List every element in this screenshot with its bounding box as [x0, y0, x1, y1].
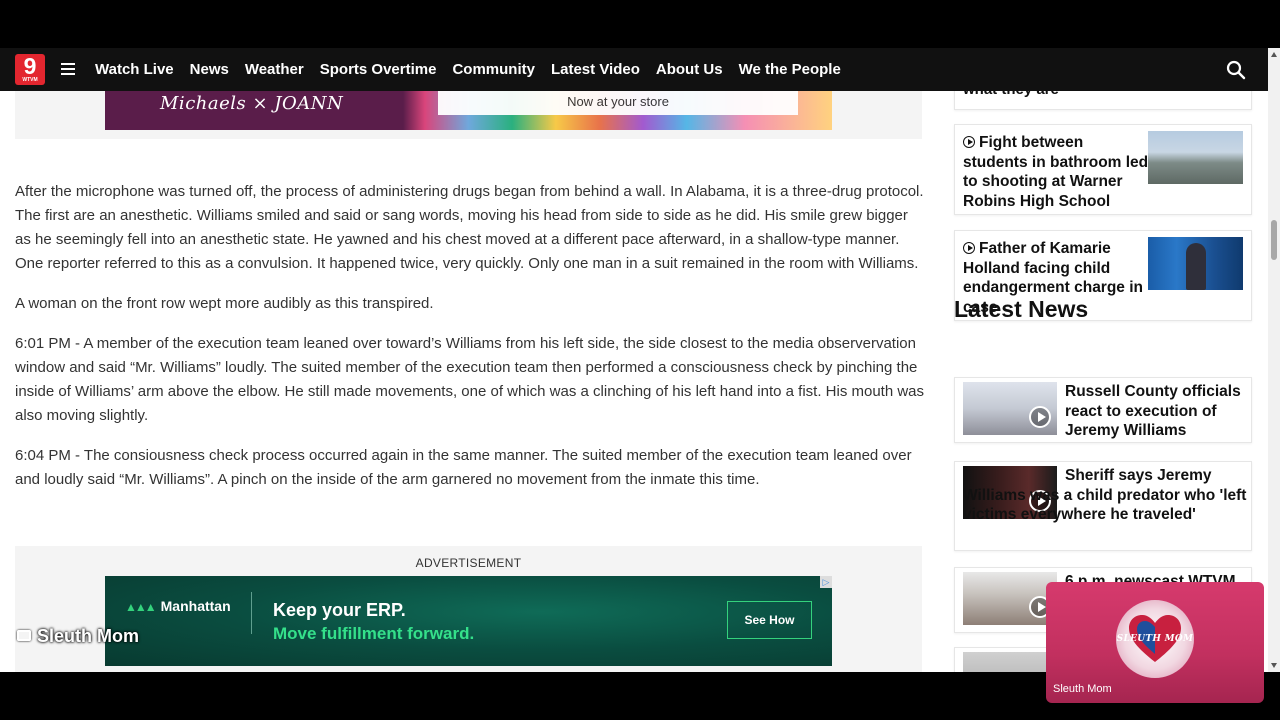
latest-news-heading: Latest News	[954, 296, 1089, 322]
ad-choices-icon[interactable]: ▷	[820, 576, 832, 588]
news-thumbnail[interactable]	[963, 572, 1057, 625]
sleuth-mom-badge: SLEUTH MOM	[1116, 600, 1194, 678]
badge-text: SLEUTH MOM	[1116, 634, 1194, 644]
article-paragraph: 6:04 PM - The consiousness check process…	[15, 447, 912, 488]
ad-headline: Keep your ERP.	[273, 600, 406, 620]
top-advertisement: Michaels × JOANN Now at your store	[15, 91, 922, 139]
manhattan-logo: ▲▲▲ Manhattan	[125, 598, 231, 614]
ad-brand: Michaels × JOANN	[160, 93, 344, 114]
video-play-icon	[1029, 406, 1051, 428]
stream-watermark: Sleuth Mom	[17, 626, 139, 647]
nav-item-we-the-people[interactable]: We the People	[739, 61, 841, 78]
hamburger-menu-icon[interactable]	[61, 63, 75, 75]
pip-name: Sleuth Mom	[1053, 683, 1112, 695]
watermark-text: Sleuth Mom	[37, 626, 139, 646]
nav-item-community[interactable]: Community	[452, 61, 535, 78]
ad-subheadline: Move fulfillment forward.	[273, 624, 475, 643]
nav-menu: Watch Live News Weather Sports Overtime …	[95, 48, 857, 91]
bottom-advertisement: ADVERTISEMENT ▷ ▲▲▲ Manhattan Keep your E…	[15, 546, 922, 672]
news-thumbnail[interactable]	[963, 382, 1057, 435]
sidebar-story[interactable]: Fight between students in bathroom led t…	[954, 124, 1252, 215]
article-paragraph: After the microphone was turned off, the…	[15, 183, 924, 272]
nav-item-sports-overtime[interactable]: Sports Overtime	[320, 61, 437, 78]
scroll-down-arrow-icon[interactable]	[1271, 663, 1277, 668]
nav-item-watch-live[interactable]: Watch Live	[95, 61, 174, 78]
webcam-pip: SLEUTH MOM Sleuth Mom	[1046, 582, 1264, 703]
search-icon[interactable]	[1226, 60, 1246, 80]
article-paragraph: A woman on the front row wept more audib…	[15, 295, 434, 312]
wtvm-logo[interactable]: 9 WTVM	[15, 54, 45, 85]
nav-item-latest-video[interactable]: Latest Video	[551, 61, 640, 78]
play-circle-icon	[963, 242, 975, 254]
page-scrollbar[interactable]	[1268, 48, 1280, 672]
see-how-button[interactable]: See How	[727, 601, 812, 639]
story-title[interactable]: Fight between students in bathroom led t…	[963, 134, 1148, 210]
latest-news-item[interactable]: Sheriff says Jeremy Williams was a child…	[954, 461, 1252, 551]
logo-number: 9	[23, 53, 37, 79]
ad-divider	[251, 592, 252, 634]
story-thumbnail[interactable]	[1148, 131, 1243, 184]
article-paragraph: 6:01 PM - A member of the execution team…	[15, 335, 925, 424]
article-body: After the microphone was turned off, the…	[15, 180, 925, 508]
nav-item-news[interactable]: News	[190, 61, 229, 78]
browser-viewport: 9 WTVM Watch Live News Weather Sports Ov…	[0, 48, 1268, 672]
news-title[interactable]: Russell County officials react to execut…	[1065, 382, 1250, 441]
nav-item-about-us[interactable]: About Us	[656, 61, 723, 78]
news-title[interactable]: Sheriff says Jeremy Williams was a child…	[963, 466, 1248, 525]
latest-news-item[interactable]: Russell County officials react to execut…	[954, 377, 1252, 443]
news-thumbnail[interactable]	[963, 652, 1057, 672]
manhattan-ad-banner[interactable]: ▷ ▲▲▲ Manhattan Keep your ERP. Move fulfi…	[105, 576, 832, 666]
play-circle-icon	[963, 136, 975, 148]
logo-callsign: WTVM	[22, 77, 38, 83]
monitor-icon	[17, 630, 31, 641]
michaels-joann-ad-banner[interactable]: Michaels × JOANN Now at your store	[105, 91, 832, 130]
manhattan-brand: Manhattan	[160, 598, 231, 614]
advertisement-label: ADVERTISEMENT	[415, 556, 522, 570]
story-thumbnail[interactable]	[1148, 237, 1243, 290]
scroll-up-arrow-icon[interactable]	[1271, 52, 1277, 57]
nav-item-weather[interactable]: Weather	[245, 61, 304, 78]
scrollbar-thumb[interactable]	[1271, 220, 1277, 260]
ad-cta: Now at your store	[438, 91, 798, 115]
site-nav: 9 WTVM Watch Live News Weather Sports Ov…	[0, 48, 1268, 91]
